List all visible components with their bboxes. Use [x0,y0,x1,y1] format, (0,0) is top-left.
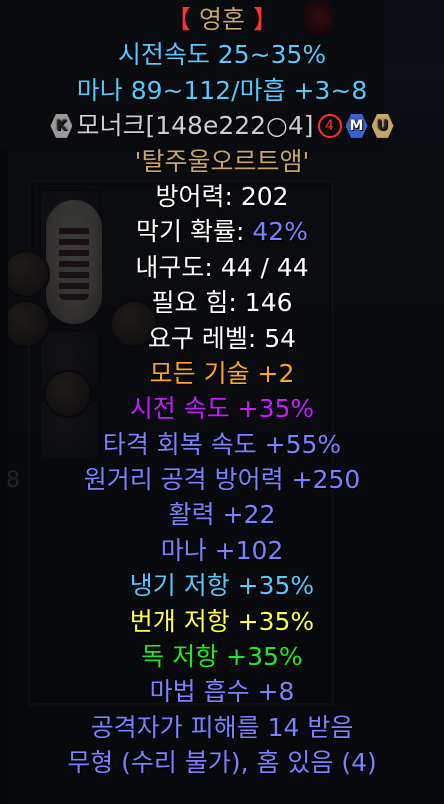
block-label: 막기 확률: [136,217,253,247]
mod-line: 공격자가 피해를 14 받음 [90,712,354,742]
item-base-code: 모너크[148e222○4] [76,111,314,141]
hex-k-icon: K [50,113,73,138]
mod-line: 활력 +22 [168,500,276,530]
defense-value: 202 [240,181,289,211]
mod-line: 독 저항 +35% [141,642,303,672]
block-value: 42% [252,217,308,247]
item-tag-row: K 모너크[148e222○4] 4 M U [50,108,394,143]
durability-line: 내구도: 44 / 44 [135,252,309,282]
mod-line: 번개 저항 +35% [129,606,315,636]
item-name: 【 영혼 】 [166,2,278,37]
item-tooltip: 【 영혼 】 시전속도 25~35% 마나 89~112/마흡 +3~8 K 모… [0,0,444,804]
defense-label: 방어력: [155,181,241,211]
block-line: 막기 확률: 42% [136,214,308,249]
mod-line: 마법 흡수 +8 [149,677,295,707]
mod-line: 마나 +102 [160,535,284,565]
strength-requirement: 필요 힘: 146 [151,288,293,318]
speed-summary: 시전속도 25~35% [117,40,327,70]
mod-line: 타격 회복 속도 +55% [102,429,342,459]
mod-line: 모든 기술 +2 [149,358,295,388]
defense-line: 방어력: 202 [155,179,288,214]
hex-m-icon: M [345,113,368,138]
mod-line: 원거리 공격 방어력 +250 [83,465,361,495]
runeword-recipe: '탈주울오르트앰' [134,146,310,176]
mana-summary: 마나 89~112/마흡 +3~8 [76,75,368,105]
socket-count-badge: 4 [317,113,342,138]
item-name-text: 영혼 [191,5,253,34]
hex-u-icon: U [371,113,394,138]
name-bracket-left: 【 [166,5,192,34]
mod-line: 냉기 저항 +35% [129,571,315,601]
mod-line: 무형 (수리 불가), 홈 있음 (4) [67,748,377,778]
game-screen: 8 【 영혼 】 시전속도 25~35% 마나 89~112/마흡 +3~8 K… [0,0,444,804]
name-bracket-right: 】 [252,5,278,34]
mod-line: 시전 속도 +35% [129,394,315,424]
level-requirement: 요구 레벨: 54 [147,323,297,353]
